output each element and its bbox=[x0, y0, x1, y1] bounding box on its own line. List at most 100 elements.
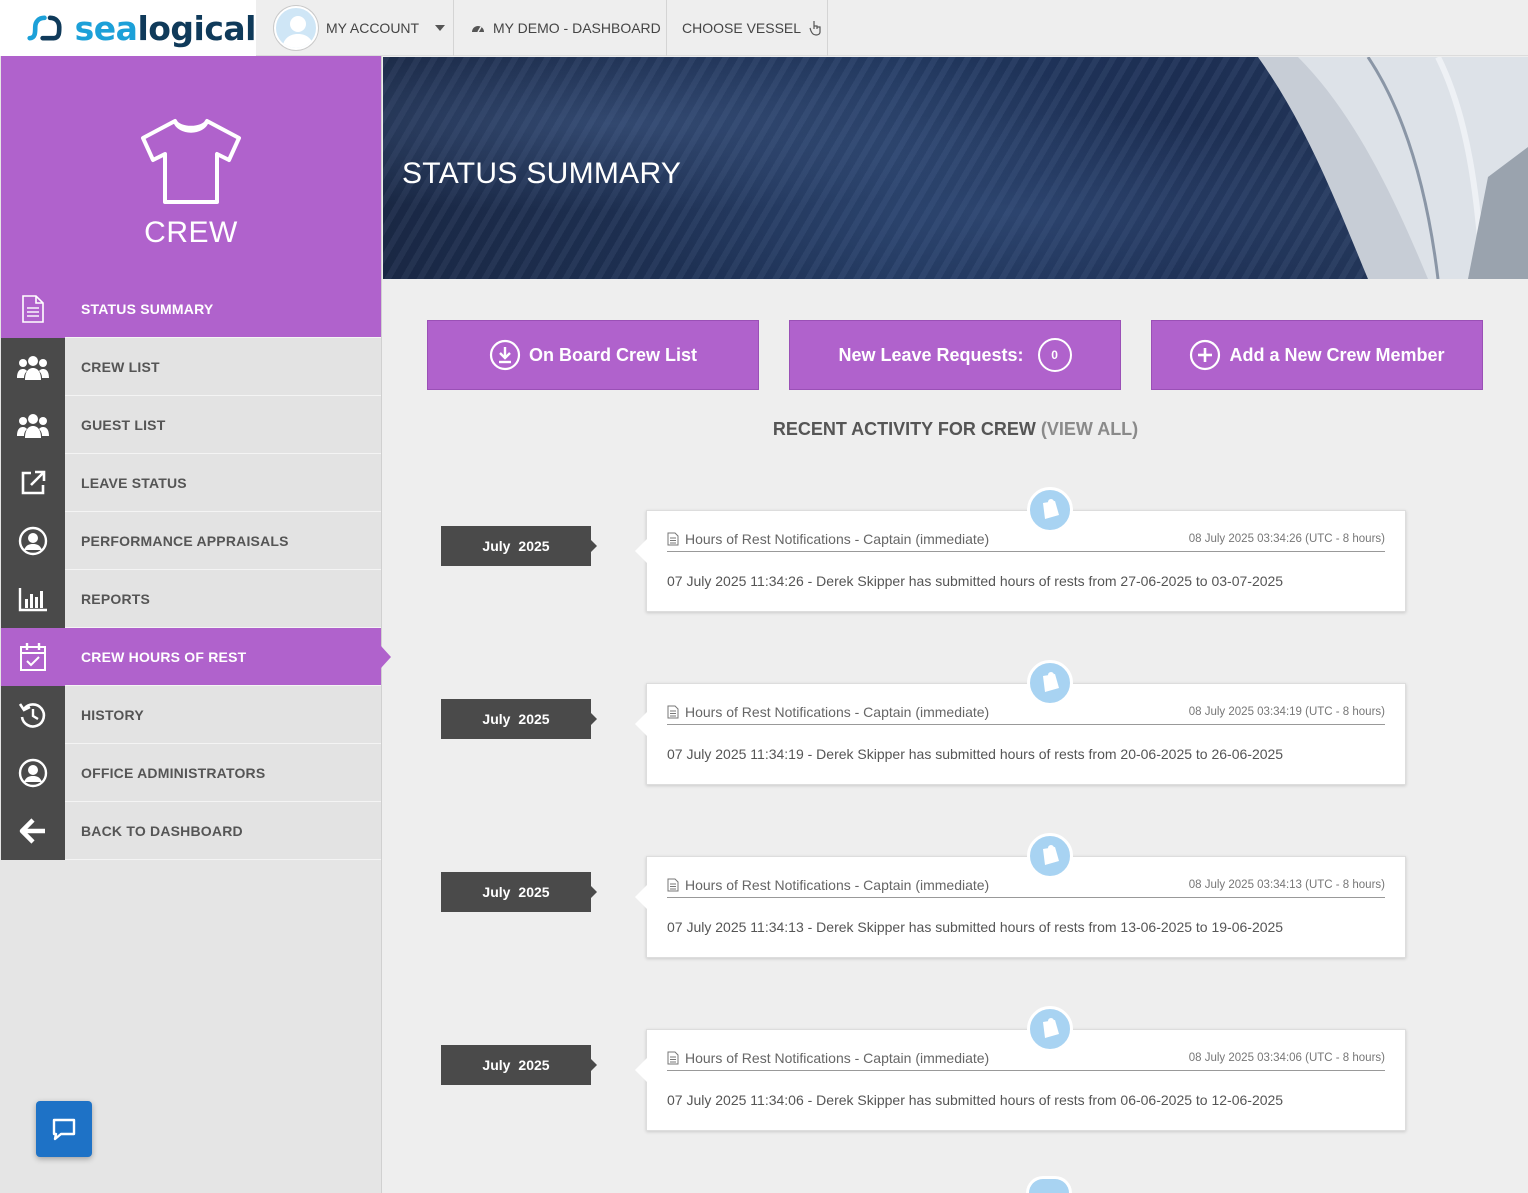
sidebar-item-label: OFFICE ADMINISTRATORS bbox=[81, 764, 266, 781]
activity-card: Hours of Rest Notifications - Captain (i… bbox=[635, 487, 1406, 612]
sidebar-item-reports[interactable]: REPORTS bbox=[1, 569, 381, 628]
add-new-crew-member-button[interactable]: Add a New Crew Member bbox=[1151, 320, 1483, 390]
yacht-badge-icon bbox=[1026, 1176, 1072, 1193]
users-icon bbox=[1, 395, 65, 454]
timeline-month: July bbox=[482, 538, 511, 554]
logo-text: sealogical bbox=[74, 8, 257, 48]
sidebar-item-label: BACK TO DASHBOARD bbox=[81, 822, 243, 839]
activity-card-header: Hours of Rest Notifications - Captain (i… bbox=[667, 704, 1385, 725]
user-circle-icon bbox=[1, 511, 65, 570]
activity-title[interactable]: Hours of Rest Notifications - Captain (i… bbox=[685, 704, 989, 720]
document-icon bbox=[1, 279, 65, 338]
download-circle-icon bbox=[489, 339, 521, 371]
sidebar-item-label: PERFORMANCE APPRAISALS bbox=[81, 532, 289, 549]
document-icon bbox=[667, 705, 679, 719]
timeline-date-badge: July 2025 bbox=[441, 526, 597, 566]
activity-timestamp: 08 July 2025 03:34:19 (UTC - 8 hours) bbox=[1188, 706, 1385, 718]
activity-card-header: Hours of Rest Notifications - Captain (i… bbox=[667, 531, 1385, 552]
timeline-year: 2025 bbox=[518, 884, 550, 900]
sidebar: CREW STATUS SUMMARY CREW LIST GUEST LIST… bbox=[0, 56, 391, 1193]
calendar-check-icon bbox=[1, 627, 65, 686]
yacht-badge-icon bbox=[1027, 660, 1073, 706]
sidebar-item-leave-status[interactable]: LEAVE STATUS bbox=[1, 453, 381, 512]
sidebar-item-history[interactable]: HISTORY bbox=[1, 685, 381, 744]
activity-card: Hours of Rest Notifications - Captain (i… bbox=[635, 1006, 1406, 1131]
sidebar-item-status-summary[interactable]: STATUS SUMMARY bbox=[1, 279, 381, 338]
user-circle-icon bbox=[1, 743, 65, 802]
timeline-year: 2025 bbox=[518, 711, 550, 727]
sidebar-menu: STATUS SUMMARY CREW LIST GUEST LIST LEAV… bbox=[1, 279, 391, 860]
sidebar-item-label: HISTORY bbox=[81, 706, 144, 723]
yacht-hull-image bbox=[1258, 57, 1528, 279]
on-board-crew-list-button[interactable]: On Board Crew List bbox=[427, 320, 759, 390]
activity-text: 07 July 2025 11:34:13 - Derek Skipper ha… bbox=[667, 919, 1284, 935]
choose-vessel-link[interactable]: CHOOSE VESSEL bbox=[668, 0, 828, 56]
new-leave-requests-button[interactable]: New Leave Requests: 0 bbox=[789, 320, 1121, 390]
sidebar-item-crew-list[interactable]: CREW LIST bbox=[1, 337, 381, 396]
add-new-crew-member-label: Add a New Crew Member bbox=[1229, 344, 1445, 365]
timeline-year: 2025 bbox=[518, 538, 550, 554]
choose-vessel-label: CHOOSE VESSEL bbox=[682, 20, 802, 36]
activity-title-row: Hours of Rest Notifications - Captain (i… bbox=[667, 877, 989, 893]
activity-timestamp: 08 July 2025 03:34:26 (UTC - 8 hours) bbox=[1188, 533, 1385, 545]
activity-card: Hours of Rest Notifications - Captain (i… bbox=[635, 833, 1406, 958]
avatar bbox=[274, 6, 318, 50]
timeline-month: July bbox=[482, 884, 511, 900]
activity-title-row: Hours of Rest Notifications - Captain (i… bbox=[667, 1050, 989, 1066]
sealogical-logo[interactable]: sealogical bbox=[0, 0, 256, 56]
activity-text: 07 July 2025 11:34:26 - Derek Skipper ha… bbox=[667, 573, 1284, 589]
dashboard-label: MY DEMO - DASHBOARD bbox=[493, 20, 661, 36]
sidebar-item-performance-appraisals[interactable]: PERFORMANCE APPRAISALS bbox=[1, 511, 381, 570]
activity-title-row: Hours of Rest Notifications - Captain (i… bbox=[667, 531, 989, 547]
document-icon bbox=[667, 532, 679, 546]
activity-title-row: Hours of Rest Notifications - Captain (i… bbox=[667, 704, 989, 720]
sidebar-item-back-to-dashboard[interactable]: BACK TO DASHBOARD bbox=[1, 801, 381, 860]
sidebar-item-label: LEAVE STATUS bbox=[81, 474, 187, 491]
logo-mark-icon bbox=[27, 15, 62, 41]
view-all-link[interactable]: (VIEW ALL) bbox=[1041, 419, 1138, 439]
on-board-crew-list-label: On Board Crew List bbox=[528, 344, 698, 365]
activity-title[interactable]: Hours of Rest Notifications - Captain (i… bbox=[685, 531, 989, 547]
activity-card-header: Hours of Rest Notifications - Captain (i… bbox=[667, 1050, 1385, 1071]
activity-text: 07 July 2025 11:34:19 - Derek Skipper ha… bbox=[667, 746, 1284, 762]
timeline-month: July bbox=[482, 1057, 511, 1073]
sidebar-item-label: STATUS SUMMARY bbox=[81, 300, 214, 317]
activity-timestamp: 08 July 2025 03:34:06 (UTC - 8 hours) bbox=[1188, 1052, 1385, 1064]
crew-section-header: CREW bbox=[1, 56, 381, 280]
yacht-badge-icon bbox=[1027, 487, 1073, 533]
tshirt-icon bbox=[141, 119, 241, 204]
my-account-menu[interactable]: MY ACCOUNT bbox=[256, 0, 454, 56]
activity-card-header: Hours of Rest Notifications - Captain (i… bbox=[667, 877, 1385, 898]
sidebar-item-label: CREW LIST bbox=[81, 358, 160, 375]
user-avatar-icon bbox=[282, 16, 314, 48]
leave-requests-count-badge: 0 bbox=[1037, 338, 1072, 372]
activity-title[interactable]: Hours of Rest Notifications - Captain (i… bbox=[685, 877, 989, 893]
yacht-badge-icon bbox=[1027, 1006, 1073, 1052]
activity-card: Hours of Rest Notifications - Captain (i… bbox=[635, 660, 1406, 785]
chat-bubble-icon bbox=[52, 1118, 76, 1141]
activity-title[interactable]: Hours of Rest Notifications - Captain (i… bbox=[685, 1050, 989, 1066]
timeline-month: July bbox=[482, 711, 511, 727]
chat-widget-button[interactable] bbox=[36, 1101, 92, 1157]
chevron-down-icon bbox=[435, 25, 446, 31]
sidebar-item-guest-list[interactable]: GUEST LIST bbox=[1, 395, 381, 454]
recent-activity-heading: RECENT ACTIVITY FOR CREW (VIEW ALL) bbox=[383, 419, 1528, 440]
plus-circle-icon bbox=[1190, 339, 1221, 371]
external-link-icon bbox=[1, 453, 65, 512]
sidebar-item-office-administrators[interactable]: OFFICE ADMINISTRATORS bbox=[1, 743, 381, 802]
timeline-year: 2025 bbox=[518, 1057, 550, 1073]
activity-text: 07 July 2025 11:34:06 - Derek Skipper ha… bbox=[667, 1092, 1284, 1108]
my-account-label: MY ACCOUNT bbox=[326, 20, 420, 36]
my-demo-dashboard-link[interactable]: MY DEMO - DASHBOARD bbox=[455, 0, 667, 56]
sidebar-item-label: REPORTS bbox=[81, 590, 151, 607]
activity-timestamp: 08 July 2025 03:34:13 (UTC - 8 hours) bbox=[1188, 879, 1385, 891]
users-icon bbox=[1, 337, 65, 396]
history-icon bbox=[1, 685, 65, 744]
pointer-hand-icon bbox=[809, 21, 821, 36]
sidebar-item-label: GUEST LIST bbox=[81, 416, 166, 433]
status-summary-banner: STATUS SUMMARY bbox=[383, 57, 1528, 279]
recent-activity-title: RECENT ACTIVITY FOR CREW bbox=[772, 419, 1036, 439]
sidebar-item-crew-hours-of-rest[interactable]: CREW HOURS OF REST bbox=[1, 627, 391, 686]
timeline-date-badge: July 2025 bbox=[441, 699, 597, 739]
timeline-date-badge: July 2025 bbox=[441, 1045, 597, 1085]
